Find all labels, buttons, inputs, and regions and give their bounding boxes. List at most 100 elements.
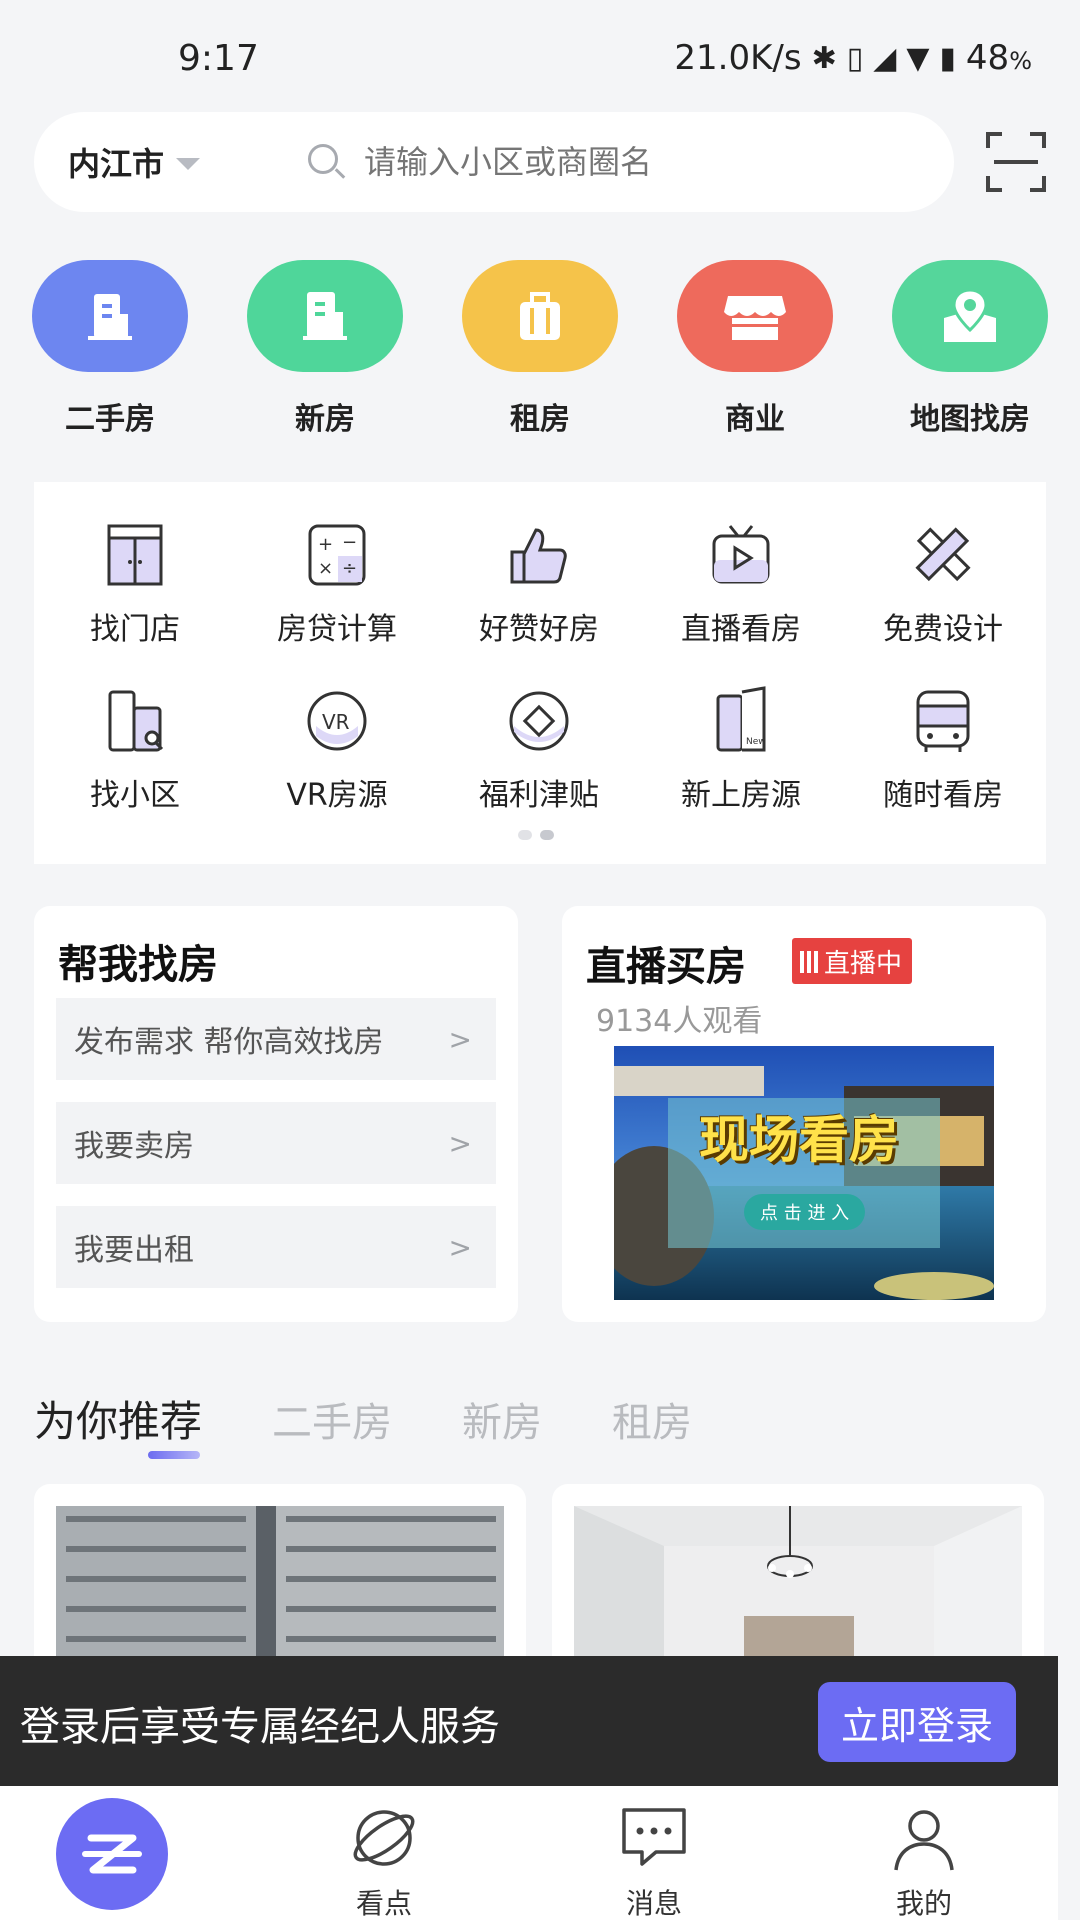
recommend-tabs: 为你推荐 二手房 新房 租房 <box>34 1388 762 1459</box>
category-label: 二手房 <box>65 402 155 437</box>
message-icon <box>622 1808 686 1866</box>
scan-icon[interactable] <box>984 130 1048 194</box>
tab-new-house[interactable]: 新房 <box>462 1390 542 1448</box>
design-tools-icon <box>915 527 971 582</box>
live-title: 直播买房 <box>586 944 746 990</box>
edge-strip <box>1058 1656 1080 1920</box>
listing-card[interactable] <box>552 1484 1044 1684</box>
bottom-nav: 看点 消息 我的 <box>0 1786 1058 1920</box>
planet-icon <box>353 1810 415 1866</box>
svg-text:+: + <box>318 534 333 555</box>
tool-label: 福利津贴 <box>479 778 599 813</box>
listing-card[interactable] <box>34 1484 526 1684</box>
status-bar: 9:17 21.0K/s ✱ ▯ ◢ ▼ ▮ 48% <box>0 0 1080 110</box>
tool-label: 找门店 <box>90 612 180 647</box>
live-bars-icon <box>800 949 818 973</box>
vr-icon: VR <box>307 691 367 751</box>
category-commercial[interactable]: 商业 <box>675 260 835 438</box>
building-icon <box>32 260 188 372</box>
map-pin-icon <box>892 260 1048 372</box>
page-dot-active <box>540 830 554 840</box>
tab-recommend[interactable]: 为你推荐 <box>34 1388 202 1459</box>
svg-text:New: New <box>746 737 766 747</box>
community-search-icon <box>108 690 164 752</box>
page-indicator <box>518 830 554 840</box>
sell-house-row[interactable]: 我要卖房 > <box>56 1102 496 1184</box>
chevron-right-icon: > <box>448 1126 472 1160</box>
active-tab-indicator <box>148 1451 200 1459</box>
city-label: 内江市 <box>68 145 165 183</box>
tool-find-community[interactable]: 找小区 <box>34 686 236 814</box>
calculator-icon: + −× ÷ <box>308 524 366 586</box>
tool-vr-listings[interactable]: VR VR房源 <box>236 686 438 814</box>
tool-label: 好赞好房 <box>479 612 599 647</box>
row-label: 我要出租 <box>74 1233 194 1268</box>
live-badge: 直播中 <box>792 938 913 984</box>
tool-label: 随时看房 <box>883 778 1003 813</box>
search-bar: 内江市 <box>34 112 954 212</box>
tv-play-icon <box>712 525 770 584</box>
user-icon <box>894 1810 954 1871</box>
chevron-right-icon: > <box>448 1230 472 1264</box>
nav-label: 我的 <box>895 1887 952 1920</box>
tool-find-store[interactable]: 找门店 <box>34 520 236 648</box>
nav-messages[interactable]: 消息 <box>584 1800 724 1920</box>
category-second-hand[interactable]: 二手房 <box>30 260 190 438</box>
chevron-right-icon: > <box>448 1022 472 1056</box>
live-thumbnail-title: 现场看房 <box>699 1110 899 1169</box>
tool-label: VR房源 <box>286 778 388 813</box>
tool-label: 新上房源 <box>681 778 801 813</box>
category-rent[interactable]: 租房 <box>460 260 620 438</box>
page-dot <box>518 830 532 840</box>
nav-home[interactable] <box>56 1798 168 1910</box>
tool-label: 房贷计算 <box>277 612 397 647</box>
vibrate-icon: ▯ <box>846 40 864 76</box>
category-new-house[interactable]: 新房 <box>245 260 405 438</box>
category-label: 租房 <box>510 402 570 437</box>
bluetooth-icon: ✱ <box>811 40 837 76</box>
coupon-icon <box>509 691 569 751</box>
live-viewer-count: 9134人观看 <box>596 1004 763 1039</box>
nav-profile[interactable]: 我的 <box>854 1800 994 1920</box>
tool-free-design[interactable]: 免费设计 <box>842 520 1044 648</box>
caret-down-icon <box>176 158 201 170</box>
nav-label: 消息 <box>625 1887 682 1920</box>
live-enter-button[interactable]: 点 击 进 入 <box>744 1194 866 1230</box>
new-building-icon <box>247 260 403 372</box>
rent-out-row[interactable]: 我要出租 > <box>56 1206 496 1288</box>
tool-live-viewing[interactable]: 直播看房 <box>640 520 842 648</box>
svg-text:VR: VR <box>322 710 350 734</box>
nav-label: 看点 <box>355 1887 412 1920</box>
tab-rent[interactable]: 租房 <box>612 1390 692 1448</box>
city-selector[interactable]: 内江市 <box>68 139 268 185</box>
suitcase-icon <box>462 260 618 372</box>
bus-icon <box>916 690 970 752</box>
row-label: 我要卖房 <box>74 1129 194 1164</box>
tool-anytime-viewing[interactable]: 随时看房 <box>842 686 1044 814</box>
storefront-icon <box>677 260 833 372</box>
hd-signal-icon: ◢ <box>873 40 897 76</box>
tool-praised-homes[interactable]: 好赞好房 <box>438 520 640 648</box>
tool-mortgage-calc[interactable]: + − × ÷ 房贷计算 <box>236 520 438 648</box>
category-label: 商业 <box>725 402 785 437</box>
battery-icon: ▮ <box>939 40 956 76</box>
tool-welfare-subsidy[interactable]: 福利津贴 <box>438 686 640 814</box>
nav-highlights[interactable]: 看点 <box>314 1800 454 1920</box>
status-time: 9:17 <box>178 38 259 79</box>
login-banner: 登录后享受专属经纪人服务 立即登录 <box>0 1656 1058 1786</box>
tool-new-listings[interactable]: New 新上房源 <box>640 686 842 814</box>
store-door-icon <box>107 524 163 586</box>
category-map-search[interactable]: 地图找房 <box>890 260 1050 438</box>
search-icon <box>306 142 346 182</box>
tool-label: 免费设计 <box>883 612 1003 647</box>
tab-second-hand[interactable]: 二手房 <box>272 1390 392 1448</box>
category-label: 地图找房 <box>910 402 1030 437</box>
live-thumbnail[interactable]: 现场看房 点 击 进 入 <box>614 1046 994 1300</box>
live-buy-card[interactable]: 直播买房 直播中 9134人观看 现场看房 点 击 进 入 <box>562 906 1046 1322</box>
wifi-icon: ▼ <box>906 40 930 76</box>
login-button[interactable]: 立即登录 <box>818 1682 1016 1762</box>
search-input[interactable] <box>364 143 924 181</box>
svg-text:−: − <box>342 532 357 553</box>
tool-label: 找小区 <box>90 778 180 813</box>
post-demand-row[interactable]: 发布需求 帮你高效找房 > <box>56 998 496 1080</box>
